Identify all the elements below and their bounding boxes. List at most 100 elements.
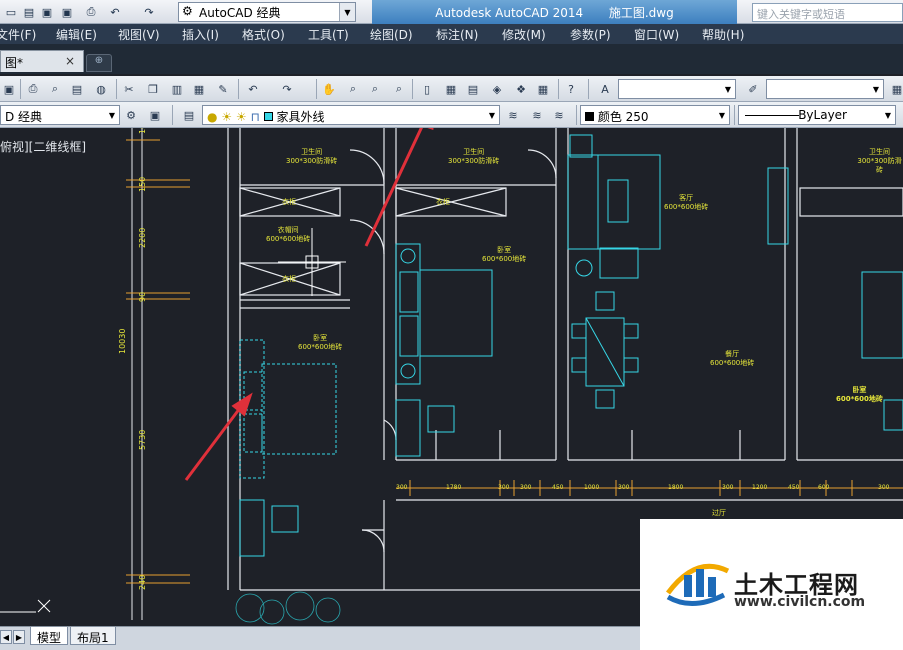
chevron-down-icon: ▼ xyxy=(108,110,116,120)
tool-palettes-icon[interactable]: ▤ xyxy=(464,80,482,98)
tab-nav-prev-icon[interactable]: ◀ xyxy=(0,630,12,644)
menu-view[interactable]: 视图(V) xyxy=(118,26,160,43)
dimension-text: 1612 xyxy=(138,128,147,134)
dimension-text: 2200 xyxy=(138,227,147,248)
separator xyxy=(238,79,239,99)
help-icon[interactable]: ? xyxy=(562,80,580,98)
print-icon[interactable]: ⎙ xyxy=(24,80,42,98)
search-input[interactable]: 键入关键字或短语 xyxy=(752,3,903,22)
menu-modify[interactable]: 修改(M) xyxy=(502,26,546,43)
workspace-combo-label: D 经典 xyxy=(5,110,43,124)
menu-draw[interactable]: 绘图(D) xyxy=(370,26,413,43)
linetype-select[interactable]: ByLayer ▼ xyxy=(738,105,896,125)
site-logo-icon xyxy=(665,563,730,606)
workspace-settings-icon[interactable]: ▣ xyxy=(146,106,164,124)
document-tab[interactable]: 图* × xyxy=(0,50,84,72)
tab-layout1[interactable]: 布局1 xyxy=(70,627,116,645)
viewport-label[interactable]: 俯视][二维线框] xyxy=(0,138,86,155)
menu-tools[interactable]: 工具(T) xyxy=(308,26,349,43)
dimension-text: 300 xyxy=(520,484,532,491)
copy-icon[interactable]: ❐ xyxy=(144,80,162,98)
zoom-realtime-icon[interactable]: ⌕ xyxy=(344,80,362,98)
menu-window[interactable]: 窗口(W) xyxy=(634,26,679,43)
app-name: Autodesk AutoCAD 2014 xyxy=(435,6,584,20)
menu-help[interactable]: 帮助(H) xyxy=(702,26,744,43)
color-label: 颜色 250 xyxy=(597,110,649,124)
table-style-icon[interactable]: ▦ xyxy=(888,80,903,98)
save-as-icon[interactable]: ▣ xyxy=(58,3,76,21)
gear-icon[interactable]: ⚙ xyxy=(122,106,140,124)
save-icon[interactable]: ▣ xyxy=(0,80,18,98)
paste-block-icon[interactable]: ▦ xyxy=(190,80,208,98)
room-label: 衣柜 xyxy=(436,198,450,206)
room-label: 衣帽间 600*600地砖 xyxy=(266,226,310,244)
color-select[interactable]: 颜色 250 ▼ xyxy=(580,105,730,125)
tab-model[interactable]: 模型 xyxy=(30,627,69,645)
room-label: 餐厅 600*600地砖 xyxy=(710,350,754,368)
markup-icon[interactable]: ❖ xyxy=(512,80,530,98)
pan-icon[interactable]: ✋ xyxy=(320,80,338,98)
layer-manager-icon[interactable]: ▤ xyxy=(180,106,198,124)
layer-previous-icon[interactable]: ≋ xyxy=(528,106,546,124)
calculator-icon[interactable]: ▦ xyxy=(534,80,552,98)
print-icon[interactable]: ⎙ xyxy=(82,3,100,21)
publish-icon[interactable]: ▤ xyxy=(68,80,86,98)
make-current-icon[interactable]: ≋ xyxy=(504,106,522,124)
workspace-combo[interactable]: D 经典 ▼ xyxy=(0,105,120,125)
text-style-icon[interactable]: A xyxy=(596,80,614,98)
menu-dimension[interactable]: 标注(N) xyxy=(436,26,478,43)
dimension-text: 1800 xyxy=(668,484,684,491)
paste-icon[interactable]: ▥ xyxy=(168,80,186,98)
room-floor: 600*600地砖 xyxy=(710,359,755,367)
room-label: 过厅 xyxy=(712,509,726,517)
close-icon[interactable]: × xyxy=(65,54,75,68)
zoom-window-icon[interactable]: ⌕ xyxy=(366,80,384,98)
dimension-text: 240 xyxy=(138,574,147,590)
redo-icon[interactable]: ↷ xyxy=(278,80,296,98)
tab-nav-next-icon[interactable]: ▶ xyxy=(13,630,25,644)
undo-icon[interactable]: ↶ xyxy=(106,3,124,21)
sheet-set-icon[interactable]: ◈ xyxy=(488,80,506,98)
dimension-text: 150 xyxy=(138,176,147,192)
room-floor: 600*600地砖 xyxy=(836,395,883,403)
gear-icon: ⚙ xyxy=(182,4,193,18)
room-name: 卫生间 xyxy=(301,148,323,156)
new-file-icon[interactable]: ▭ xyxy=(2,3,20,21)
undo-icon[interactable]: ↶ xyxy=(244,80,262,98)
dim-style-select[interactable]: ▼ xyxy=(766,79,884,99)
room-name: 客厅 xyxy=(679,194,694,202)
match-properties-icon[interactable]: ✎ xyxy=(214,80,232,98)
menu-insert[interactable]: 插入(I) xyxy=(182,26,219,43)
chevron-down-icon[interactable]: ▼ xyxy=(339,3,355,21)
text-style-select[interactable]: ▼ xyxy=(618,79,736,99)
chevron-down-icon: ▼ xyxy=(718,110,726,120)
properties-icon[interactable]: ▯ xyxy=(418,80,436,98)
document-tab-bar: 图* × ⊕ xyxy=(0,44,903,74)
room-floor: 300*300防滑砖 xyxy=(857,157,902,174)
room-label: 卫生间 300*300防滑砖 xyxy=(286,148,337,166)
dimension-text: 600 xyxy=(818,484,830,491)
menu-file[interactable]: 文件(F) xyxy=(0,26,36,43)
menu-format[interactable]: 格式(O) xyxy=(242,26,285,43)
3d-dwf-icon[interactable]: ◍ xyxy=(92,80,110,98)
room-label: 卧室 600*600地砖 xyxy=(836,386,883,404)
new-tab-icon[interactable]: ⊕ xyxy=(86,54,112,72)
save-icon[interactable]: ▣ xyxy=(38,3,56,21)
room-label: 客厅 600*600地砖 xyxy=(664,194,708,212)
layer-select[interactable]: ● ☀ ☀ ⊓ 家具外线 ▼ xyxy=(202,105,500,125)
chevron-down-icon: ▼ xyxy=(872,84,880,94)
workspace-select[interactable]: ⚙ AutoCAD 经典 ▼ xyxy=(178,2,356,22)
linetype-label: ByLayer xyxy=(798,108,847,122)
open-folder-icon[interactable]: ▤ xyxy=(20,3,38,21)
dim-style-icon[interactable]: ✐ xyxy=(744,80,762,98)
design-center-icon[interactable]: ▦ xyxy=(442,80,460,98)
preview-icon[interactable]: ⌕ xyxy=(46,80,64,98)
menu-parametric[interactable]: 参数(P) xyxy=(570,26,611,43)
zoom-previous-icon[interactable]: ⌕ xyxy=(390,80,408,98)
layer-states-icon[interactable]: ≋ xyxy=(550,106,568,124)
menu-edit[interactable]: 编辑(E) xyxy=(56,26,97,43)
redo-icon[interactable]: ↷ xyxy=(140,3,158,21)
dimension-text: 300 xyxy=(618,484,630,491)
room-name: 餐厅 xyxy=(725,350,740,358)
cut-icon[interactable]: ✂ xyxy=(120,80,138,98)
